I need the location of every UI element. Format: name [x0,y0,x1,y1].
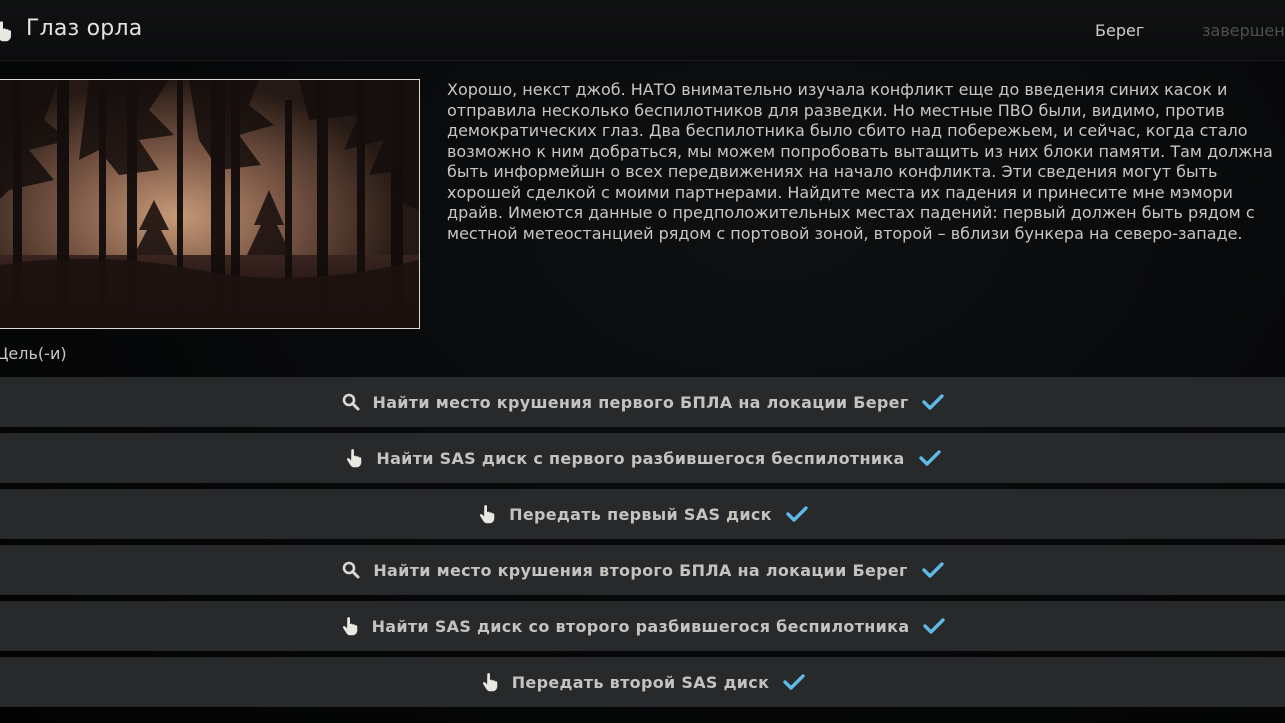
quest-header: Глаз орла Берег завершен [0,0,1285,61]
checkmark-icon [918,449,941,467]
hand-pointer-icon [477,504,497,524]
hand-pointer-icon [344,448,364,468]
objective-text: Передать второй SAS диск [511,672,770,692]
objective-text: Найти место крушения второго БПЛА на лок… [373,560,908,580]
hand-pointer-icon [0,20,12,42]
checkmark-icon [922,393,945,411]
hand-pointer-icon [480,672,500,692]
objective-row: Найти место крушения второго БПЛА на лок… [0,545,1285,595]
objective-row: Найти SAS диск с первого разбившегося бе… [0,433,1285,483]
objective-row: Передать первый SAS диск [0,489,1285,539]
objectives-label: Цель(-и) [0,344,67,363]
quest-screen: Глаз орла Берег завершен Хорошо, некст д… [0,0,1285,723]
objective-text: Найти SAS диск с первого разбившегося бе… [376,448,905,468]
checkmark-icon [923,617,946,635]
checkmark-icon [921,561,944,579]
quest-image [0,79,420,329]
objective-row: Найти место крушения первого БПЛА на лок… [0,377,1285,427]
quest-location: Берег [1095,21,1145,40]
objective-text: Передать первый SAS диск [509,504,772,524]
quest-status: завершен [1202,21,1285,40]
search-icon [341,392,361,412]
search-icon [341,560,361,580]
objective-row: Найти SAS диск со второго разбившегося б… [0,601,1285,651]
objective-text: Найти SAS диск со второго разбившегося б… [371,616,910,636]
objective-row: Передать второй SAS диск [0,657,1285,707]
checkmark-icon [783,673,805,691]
quest-description: Хорошо, некст джоб. НАТО внимательно изу… [447,80,1273,243]
objective-text: Найти место крушения первого БПЛА на лок… [372,392,909,412]
hand-pointer-icon [340,616,360,636]
quest-title: Глаз орла [26,16,143,41]
checkmark-icon [786,505,808,523]
